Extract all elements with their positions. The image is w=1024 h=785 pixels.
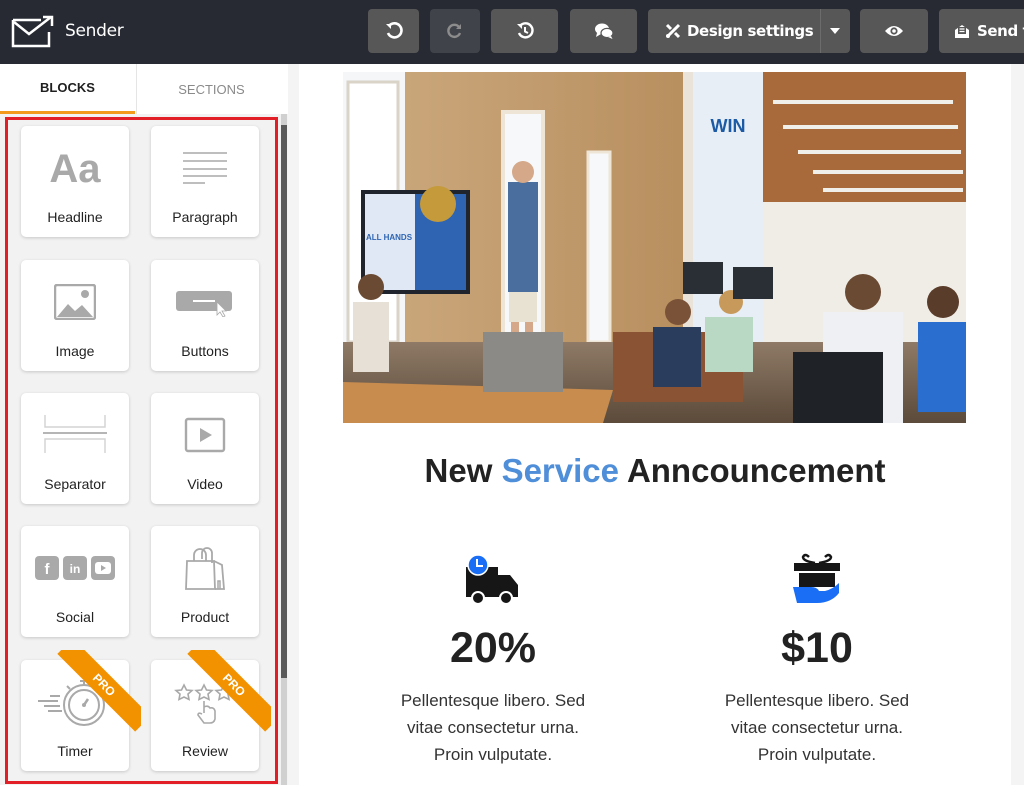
office-meeting-photo: WIN ALL HANDS bbox=[343, 72, 966, 423]
top-bar: Sender Design settings Send bbox=[0, 0, 1024, 64]
comments-button[interactable] bbox=[570, 9, 637, 53]
design-settings-dropdown[interactable] bbox=[820, 9, 850, 53]
envelope-arrow-icon bbox=[11, 15, 54, 48]
redo-button[interactable] bbox=[430, 9, 480, 53]
feature-description: Pellentesque libero. Sed vitae consectet… bbox=[697, 687, 937, 768]
send-test-button[interactable]: Send t bbox=[939, 9, 1024, 53]
gift-hand-icon bbox=[793, 553, 840, 603]
description-line: vitae consectetur urna. bbox=[407, 718, 579, 737]
headline-part-2: Anncouncement bbox=[619, 452, 886, 489]
caret-down-icon bbox=[830, 28, 840, 34]
undo-button[interactable] bbox=[368, 9, 419, 53]
sidebar-tabs: BLOCKS SECTIONS bbox=[0, 64, 288, 114]
blocks-highlight-frame bbox=[5, 117, 278, 784]
description-line: Proin vulputate. bbox=[757, 745, 877, 764]
design-settings-label: Design settings bbox=[687, 22, 814, 40]
description-line: vitae consectetur urna. bbox=[731, 718, 903, 737]
eye-icon bbox=[885, 26, 903, 36]
description-line: Pellentesque libero. Sed bbox=[724, 691, 910, 710]
history-icon bbox=[516, 22, 534, 39]
app-name: Sender bbox=[65, 21, 124, 41]
history-button[interactable] bbox=[491, 9, 558, 53]
svg-text:WIN: WIN bbox=[711, 116, 746, 136]
app-logo[interactable]: Sender bbox=[11, 14, 124, 48]
hero-image[interactable]: WIN ALL HANDS bbox=[343, 72, 966, 423]
feature-value: 20% bbox=[449, 624, 537, 672]
email-canvas: WIN ALL HANDS New Service Anncouncement … bbox=[299, 64, 1011, 785]
design-settings-button[interactable]: Design settings bbox=[648, 9, 850, 53]
sidebar-scrollbar-thumb[interactable] bbox=[281, 125, 287, 678]
send-mail-icon bbox=[955, 25, 969, 38]
description-line: Pellentesque libero. Sed bbox=[400, 691, 586, 710]
send-test-label: Send t bbox=[977, 22, 1024, 40]
feature-column[interactable]: 20% Pellentesque libero. Sed vitae conse… bbox=[373, 551, 613, 768]
tab-blocks[interactable]: BLOCKS bbox=[0, 64, 135, 114]
tab-sections[interactable]: SECTIONS bbox=[136, 64, 286, 114]
blocks-sidebar: BLOCKS SECTIONS Aa Headline Paragraph Im… bbox=[0, 64, 288, 785]
right-gutter bbox=[1011, 64, 1024, 785]
headline-part-1: New bbox=[424, 452, 502, 489]
svg-text:ALL HANDS: ALL HANDS bbox=[366, 233, 413, 242]
email-headline[interactable]: New Service Anncouncement bbox=[299, 452, 1011, 490]
undo-icon bbox=[385, 22, 403, 39]
design-tools-icon bbox=[665, 23, 681, 39]
headline-accent: Service bbox=[501, 452, 619, 489]
delivery-truck-clock-icon bbox=[466, 554, 518, 605]
description-line: Proin vulputate. bbox=[433, 745, 553, 764]
feature-value: $10 bbox=[781, 624, 853, 672]
comments-icon bbox=[594, 23, 614, 39]
feature-description: Pellentesque libero. Sed vitae consectet… bbox=[373, 687, 613, 768]
redo-icon bbox=[447, 23, 462, 39]
preview-button[interactable] bbox=[860, 9, 928, 53]
feature-column[interactable]: $10 Pellentesque libero. Sed vitae conse… bbox=[697, 551, 937, 768]
